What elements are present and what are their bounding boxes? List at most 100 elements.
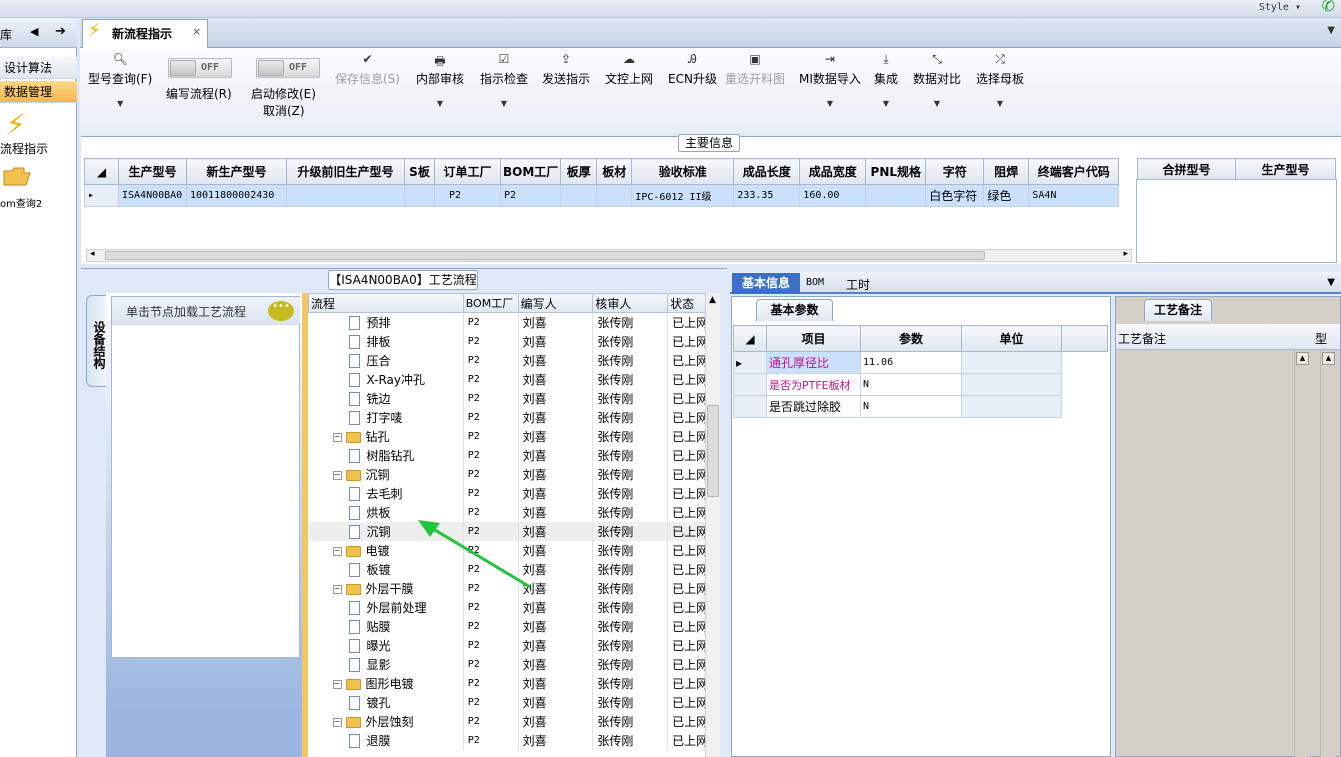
tree-node[interactable]: 显影 [308,654,464,674]
type-vertical-scrollbar[interactable]: ▲ [1320,350,1336,757]
panel-splitter[interactable] [722,293,730,757]
cell-s-board[interactable] [404,184,435,207]
tree-node[interactable]: − 沉铜 [308,464,464,484]
param-value[interactable]: N [860,395,962,418]
tree-node[interactable]: 贴膜 [308,616,464,636]
writer-cell[interactable]: 刘喜 [518,711,594,731]
cell-bom-factory[interactable]: P2 [499,184,562,207]
reviewer-cell[interactable]: 张传刚 [592,578,669,598]
col-header[interactable]: 终端客户代码 [1028,158,1120,185]
writer-cell[interactable]: 刘喜 [518,654,594,674]
nav-next-icon[interactable]: ➔ [55,24,66,39]
process-tree-vertical-scrollbar[interactable]: ▲ [705,293,720,757]
reviewer-cell[interactable]: 张传刚 [592,445,669,465]
reviewer-cell[interactable]: 张传刚 [592,502,669,522]
param-value[interactable]: N [860,373,962,396]
basic-params-title[interactable]: 基本参数 [756,299,833,321]
col-header[interactable]: BOM工厂 [462,293,519,313]
reviewer-cell[interactable]: 张传刚 [592,521,669,541]
bom-factory-cell[interactable]: P2 [463,312,519,332]
scrollbar-thumb[interactable] [707,405,719,497]
param-item[interactable]: 是否跳过除胶 [766,395,861,418]
col-header[interactable]: 流程 [308,293,464,313]
writer-cell[interactable]: 刘喜 [518,730,594,750]
param-value[interactable]: 11.06 [860,351,962,374]
writer-cell[interactable]: 刘喜 [518,312,594,332]
col-header[interactable]: 成品宽度 [799,158,867,185]
col-header[interactable]: 阻焊 [983,158,1030,185]
scroll-up-icon[interactable]: ▲ [1296,352,1309,365]
tree-node[interactable]: − 钻孔 [308,426,464,446]
bom-factory-cell[interactable]: P2 [463,445,519,465]
close-icon[interactable]: × [192,25,201,38]
col-header[interactable]: 验收标准 [631,158,735,185]
tree-row[interactable]: − 外层蚀刻 P2 刘喜 张传刚 已上网 [308,711,720,731]
cell-order-factory[interactable]: P2 [434,184,501,207]
tree-node[interactable]: 外层前处理 [308,597,464,617]
reviewer-cell[interactable]: 张传刚 [592,369,669,389]
start-edit-toggle[interactable]: OFF [256,58,320,78]
param-unit[interactable] [961,351,1062,374]
writer-cell[interactable]: 刘喜 [518,483,594,503]
writer-cell[interactable]: 刘喜 [518,673,594,693]
tree-node[interactable]: 压合 [308,350,464,370]
col-header[interactable]: 升级前旧生产型号 [286,158,405,185]
row-indicator[interactable] [733,395,767,418]
instruction-check-button[interactable]: ☑ 指示检查 ▼ [480,52,528,108]
model-query-button[interactable]: 🔍︎ 型号查询(F) ▼ [88,52,152,108]
cancel-label[interactable]: 取消(Z) [263,102,305,119]
scroll-up-icon[interactable]: ▲ [1322,352,1335,365]
bom-factory-cell[interactable]: P2 [463,635,519,655]
collapse-icon[interactable]: − [332,584,342,594]
reviewer-cell[interactable]: 张传刚 [592,540,669,560]
tree-row[interactable]: 排板 P2 刘喜 张传刚 已上网 [308,331,720,351]
bom-factory-cell[interactable]: P2 [463,673,519,693]
cell-solder-mask[interactable]: 绿色 [983,184,1030,207]
tree-row[interactable]: 压合 P2 刘喜 张传刚 已上网 [308,350,720,370]
reviewer-cell[interactable]: 张传刚 [592,350,669,370]
tree-row[interactable]: 打字唛 P2 刘喜 张传刚 已上网 [308,407,720,427]
bom-factory-cell[interactable]: P2 [463,692,519,712]
integrate-button[interactable]: ⤓ 集成 ▼ [874,52,898,108]
nav-item-process-instruction[interactable]: 流程指示 [0,140,48,157]
cell-material[interactable] [596,184,633,207]
col-header[interactable]: 型 [1315,330,1327,347]
tree-row[interactable]: − 沉铜 P2 刘喜 张传刚 已上网 [308,464,720,484]
row-indicator[interactable] [733,373,767,396]
tree-node[interactable]: 去毛刺 [308,483,464,503]
write-process-toggle[interactable]: OFF [168,58,232,78]
writer-cell[interactable]: 刘喜 [518,331,594,351]
col-header[interactable]: S板 [404,158,435,185]
param-unit[interactable] [961,395,1062,418]
order-table-horizontal-scrollbar[interactable]: ◂ ▸ [86,249,1132,262]
tree-node[interactable]: 铣边 [308,388,464,408]
collapse-icon[interactable]: − [332,432,342,442]
chevron-down-icon[interactable]: ▼ [1327,25,1335,36]
bom-factory-cell[interactable]: P2 [463,483,519,503]
reviewer-cell[interactable]: 张传刚 [592,730,669,750]
col-header[interactable]: 工艺备注 [1118,330,1166,347]
table-row[interactable]: ▸ 通孔厚径比 11.06 [733,351,1108,374]
equipment-structure-tab[interactable]: 设备结构 [86,295,108,387]
tree-row[interactable]: − 钻孔 P2 刘喜 张传刚 已上网 [308,426,720,446]
row-indicator[interactable]: ▸ [84,184,119,207]
reviewer-cell[interactable]: 张传刚 [592,597,669,617]
tree-node[interactable]: 排板 [308,331,464,351]
tree-node[interactable]: X-Ray冲孔 [308,369,464,389]
tree-row[interactable]: 镀孔 P2 刘喜 张传刚 已上网 [308,692,720,712]
notes-vertical-scrollbar[interactable]: ▲ [1294,350,1310,757]
bom-factory-cell[interactable]: P2 [463,597,519,617]
tab-bom[interactable]: BOM [806,277,824,288]
writer-cell[interactable]: 刘喜 [518,692,594,712]
cell-product-width[interactable]: 160.00 [799,184,867,207]
table-row[interactable]: 是否为PTFE板材 N [733,373,1108,396]
param-item[interactable]: 是否为PTFE板材 [766,373,861,396]
cell-character[interactable]: 白色字符 [925,184,985,207]
reviewer-cell[interactable]: 张传刚 [592,464,669,484]
tree-row[interactable]: 去毛刺 P2 刘喜 张传刚 已上网 [308,483,720,503]
tree-node[interactable]: − 外层蚀刻 [308,711,464,731]
save-info-button[interactable]: ✔ 保存信息(S) [335,52,400,87]
cell-old-model[interactable] [286,184,405,207]
cell-production-model[interactable]: ISA4N00BA0 [118,184,187,207]
writer-cell[interactable]: 刘喜 [518,369,594,389]
